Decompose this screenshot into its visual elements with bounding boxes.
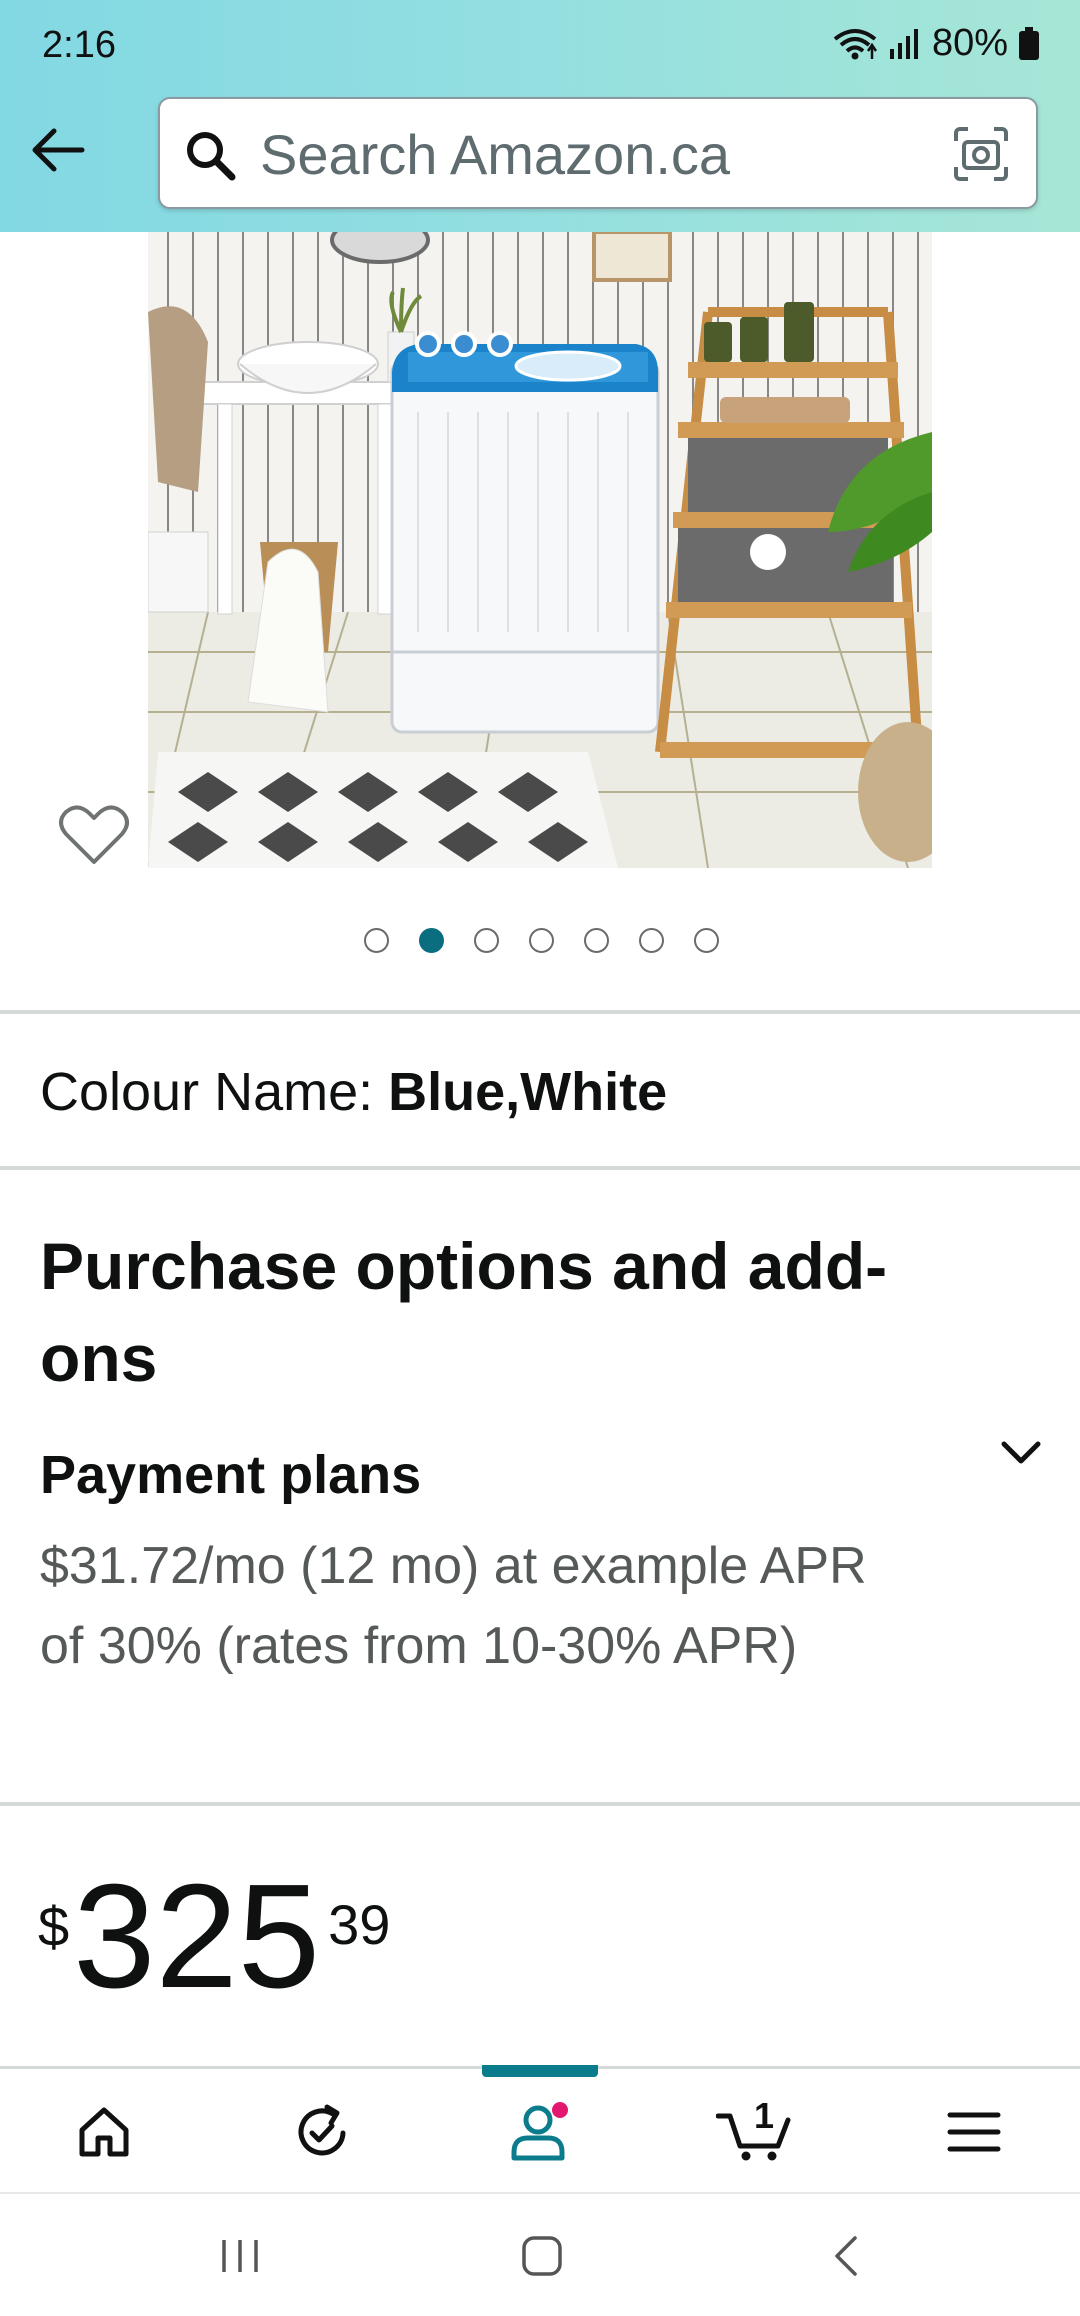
divider — [0, 1010, 1080, 1014]
status-time: 2:16 — [42, 24, 116, 66]
search-icon — [187, 132, 236, 181]
system-nav-bar — [0, 2192, 1080, 2316]
back-arrow-icon — [32, 128, 85, 172]
heart-icon[interactable] — [58, 804, 130, 868]
recent-apps-icon — [222, 2240, 258, 2272]
colour-label: Colour Name: — [40, 1062, 389, 1122]
status-indicators: 80% — [832, 22, 1040, 65]
carousel-dot[interactable] — [529, 928, 554, 953]
purchase-options-title: Purchase options and add-ons — [40, 1229, 888, 1395]
back-chevron-icon — [835, 2236, 857, 2276]
home-system-button[interactable] — [482, 2194, 602, 2316]
wifi-icon — [833, 28, 877, 59]
battery-percent: 80% — [931, 22, 1008, 64]
account-icon — [511, 2102, 568, 2161]
payment-plans-description: $31.72/mo (12 mo) at example APR of 30% … — [40, 1537, 867, 1675]
nav-account[interactable] — [480, 2069, 600, 2195]
home-square-icon — [522, 2236, 562, 2276]
carousel-dots — [364, 928, 719, 953]
carousel-dot[interactable] — [639, 928, 664, 953]
nav-cart[interactable]: 1 — [696, 2069, 816, 2195]
carousel-dot[interactable] — [474, 928, 499, 953]
camera-icon[interactable] — [952, 125, 1010, 183]
buy-again-icon — [298, 2104, 346, 2156]
recent-apps-button[interactable] — [180, 2194, 300, 2316]
battery-icon — [1019, 26, 1039, 60]
status-bar: 2:16 80% — [0, 0, 1080, 90]
nav-menu[interactable] — [914, 2069, 1034, 2195]
bottom-nav: 1 — [0, 2065, 1080, 2195]
price-fraction: 39 — [328, 1893, 391, 1956]
app-header: 2:16 80% Search Amazon.ca — [0, 0, 1080, 232]
signal-icon — [889, 28, 918, 59]
payment-plans-label[interactable]: Payment plans — [40, 1440, 421, 1510]
home-icon — [79, 2107, 129, 2157]
carousel-dot[interactable] — [694, 928, 719, 953]
divider — [0, 1166, 1080, 1170]
washing-machine-photo — [148, 232, 932, 868]
carousel-dot[interactable] — [584, 928, 609, 953]
nav-home[interactable] — [44, 2069, 164, 2195]
cart-count: 1 — [754, 2095, 775, 2136]
menu-icon — [947, 2112, 1001, 2152]
chevron-down-icon[interactable] — [996, 1428, 1046, 1478]
price-symbol: $ — [38, 1895, 70, 1958]
price-whole: 325 — [73, 1854, 321, 2019]
price: $ 325 39 — [38, 1862, 390, 2012]
colour-name-row: Colour Name: Blue,White — [40, 1055, 667, 1129]
colour-value: Blue,White — [388, 1062, 668, 1122]
divider — [0, 1802, 1080, 1806]
search-input[interactable]: Search Amazon.ca — [158, 97, 1038, 209]
carousel-dot[interactable] — [364, 928, 389, 953]
search-placeholder: Search Amazon.ca — [260, 123, 731, 186]
carousel-dot-active[interactable] — [419, 928, 444, 953]
back-system-button[interactable] — [786, 2194, 906, 2316]
product-image[interactable] — [148, 232, 932, 868]
nav-buy-again[interactable] — [262, 2069, 382, 2195]
back-button[interactable] — [26, 118, 90, 182]
